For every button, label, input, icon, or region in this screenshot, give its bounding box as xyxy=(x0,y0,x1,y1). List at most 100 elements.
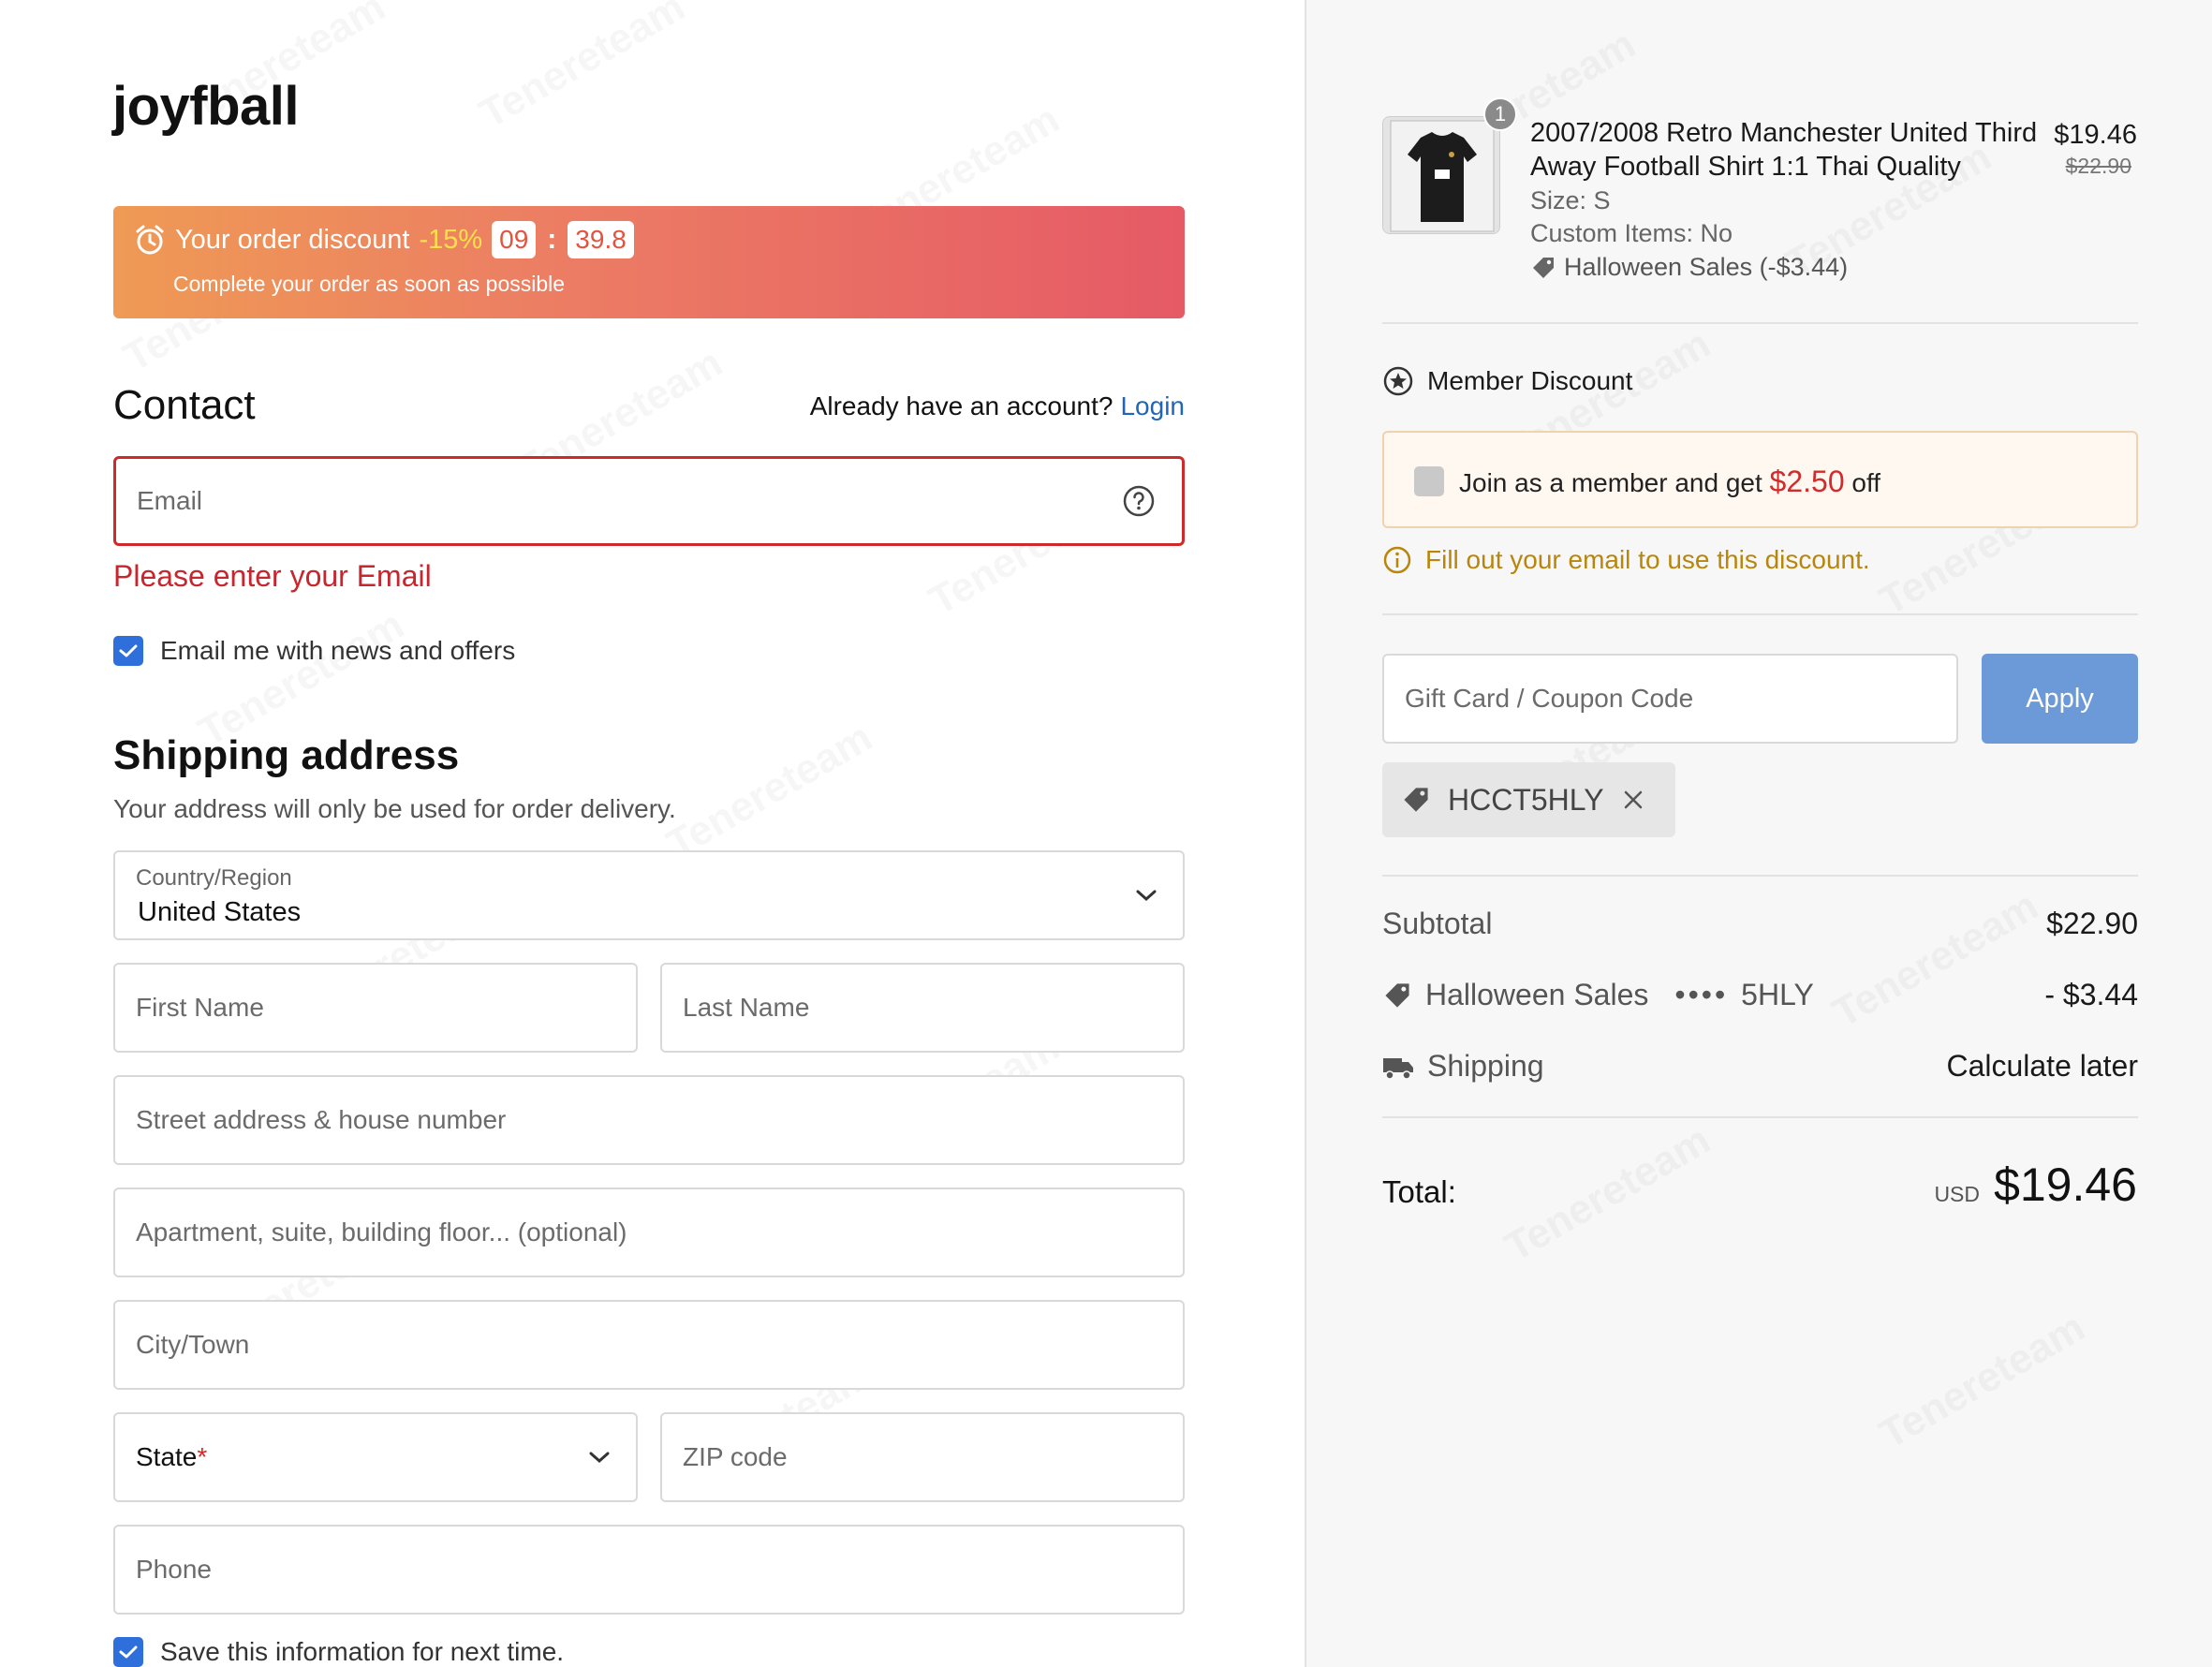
product-original-price: $22.90 xyxy=(2065,154,2131,178)
discount-timer-banner: Your order discount -15% 09 : 39.8 Compl… xyxy=(113,206,1185,318)
discount-label: Your order discount xyxy=(175,224,410,255)
product-size: Size: S xyxy=(1530,186,1611,214)
apply-button[interactable]: Apply xyxy=(1982,654,2138,744)
first-name-field[interactable]: First Name xyxy=(113,963,638,1053)
quantity-badge: 1 xyxy=(1483,97,1517,131)
member-note: Fill out your email to use this discount… xyxy=(1382,545,1870,575)
email-field[interactable]: Email xyxy=(113,456,1185,546)
discount-label-group: Halloween Sales •••• 5HLY xyxy=(1382,978,1814,1012)
member-offer-prefix: Join as a member and get xyxy=(1459,468,1762,497)
store-logo[interactable]: joyfball xyxy=(112,75,300,138)
save-info-checkbox[interactable] xyxy=(113,1637,143,1667)
news-label: Email me with news and offers xyxy=(160,636,516,665)
product-promo: Halloween Sales (-$3.44) xyxy=(1530,253,1848,282)
save-info-opt-in[interactable]: Save this information for next time. xyxy=(113,1637,564,1667)
member-note-text: Fill out your email to use this discount… xyxy=(1425,545,1870,574)
alarm-clock-icon xyxy=(136,225,164,255)
subtotal-label: Subtotal xyxy=(1382,907,1493,940)
total-value: $19.46 xyxy=(1994,1158,2137,1211)
help-question-icon[interactable] xyxy=(1122,484,1156,518)
gift-card-input[interactable]: Gift Card / Coupon Code xyxy=(1382,654,1958,744)
timer-separator: : xyxy=(547,224,557,255)
discount-code-dots: •••• xyxy=(1674,978,1729,1011)
member-offer-amount: $2.50 xyxy=(1769,465,1845,498)
shipping-label: Shipping xyxy=(1427,1049,1544,1083)
subtotal-value: $22.90 xyxy=(2046,907,2138,940)
apartment-field[interactable]: Apartment, suite, building floor... (opt… xyxy=(113,1188,1185,1277)
apartment-placeholder: Apartment, suite, building floor... (opt… xyxy=(136,1217,627,1247)
discount-subtext: Complete your order as soon as possible xyxy=(173,272,566,296)
timer-minutes: 09 xyxy=(492,221,537,258)
tag-icon xyxy=(1533,257,1554,278)
account-prompt: Already have an account? Login xyxy=(810,391,1185,421)
member-discount-title: Member Discount xyxy=(1427,366,1633,395)
product-promo-label: Halloween Sales (-$3.44) xyxy=(1564,253,1849,281)
chevron-down-icon xyxy=(1136,890,1157,902)
country-select[interactable]: Country/Region United States xyxy=(113,850,1185,940)
state-label: State* xyxy=(136,1442,207,1472)
applied-coupon-chip: HCCT5HLY xyxy=(1382,762,1675,837)
tag-icon xyxy=(1404,788,1428,812)
subtotal-row: Subtotal $22.90 xyxy=(1382,907,2138,941)
zip-placeholder: ZIP code xyxy=(683,1442,788,1471)
member-offer-suffix: off xyxy=(1851,468,1881,497)
country-label: Country/Region xyxy=(136,865,292,891)
shipping-label-group: Shipping xyxy=(1382,1049,1544,1084)
chevron-down-icon xyxy=(589,1452,610,1464)
product-name: 2007/2008 Retro Manchester United Third … xyxy=(1530,118,2038,182)
timer-seconds: 39.8 xyxy=(568,221,634,258)
member-discount-heading: Member Discount xyxy=(1382,365,1632,397)
shipping-subtitle: Your address will only be used for order… xyxy=(113,794,676,823)
required-asterisk: * xyxy=(197,1442,208,1471)
city-field[interactable]: City/Town xyxy=(113,1300,1185,1390)
divider xyxy=(1382,613,2138,615)
product-thumbnail xyxy=(1382,116,1500,234)
state-select[interactable]: State* xyxy=(113,1412,638,1502)
product-price: $19.46 xyxy=(2054,120,2137,150)
phone-field[interactable]: Phone xyxy=(113,1525,1185,1615)
tag-icon xyxy=(1385,982,1409,1008)
total-currency: USD xyxy=(1934,1182,1980,1206)
divider xyxy=(1382,1116,2138,1118)
total-label: Total: xyxy=(1382,1174,1456,1209)
product-custom-items: Custom Items: No xyxy=(1530,219,1733,247)
login-link[interactable]: Login xyxy=(1120,391,1185,420)
member-join-checkbox[interactable] xyxy=(1414,466,1444,496)
account-prompt-text: Already have an account? xyxy=(809,391,1113,420)
city-placeholder: City/Town xyxy=(136,1330,250,1359)
checkout-form-panel: Tenereteam Tenereteam Tenereteam Teneret… xyxy=(0,0,1305,1667)
checkmark-icon xyxy=(119,1645,138,1659)
discount-row: Halloween Sales •••• 5HLY - $3.44 xyxy=(1382,978,2138,1012)
street-placeholder: Street address & house number xyxy=(136,1105,507,1134)
street-address-field[interactable]: Street address & house number xyxy=(113,1075,1185,1165)
first-name-placeholder: First Name xyxy=(136,993,264,1022)
discount-name: Halloween Sales xyxy=(1425,978,1649,1011)
last-name-placeholder: Last Name xyxy=(683,993,810,1022)
email-error-message: Please enter your Email xyxy=(113,559,432,593)
member-badge-icon xyxy=(1383,366,1413,396)
last-name-field[interactable]: Last Name xyxy=(660,963,1185,1053)
email-placeholder: Email xyxy=(137,486,203,515)
member-offer-box[interactable]: Join as a member and get $2.50 off xyxy=(1382,431,2138,528)
news-checkbox[interactable] xyxy=(113,636,143,666)
close-icon[interactable] xyxy=(1621,788,1645,812)
zip-code-field[interactable]: ZIP code xyxy=(660,1412,1185,1502)
phone-placeholder: Phone xyxy=(136,1555,212,1584)
discount-value: - $3.44 xyxy=(2044,978,2138,1011)
divider xyxy=(1382,875,2138,877)
info-icon xyxy=(1383,546,1411,574)
checkmark-icon xyxy=(119,644,138,657)
jersey-image xyxy=(1383,117,1499,233)
shipping-heading: Shipping address xyxy=(113,732,460,778)
coupon-code: HCCT5HLY xyxy=(1448,782,1604,817)
shipping-row: Shipping Calculate later xyxy=(1382,1049,2138,1084)
contact-heading: Contact xyxy=(113,382,256,428)
discount-code-suffix: 5HLY xyxy=(1741,978,1814,1011)
truck-icon xyxy=(1383,1057,1413,1080)
discount-percent: -15% xyxy=(419,224,483,255)
news-opt-in[interactable]: Email me with news and offers xyxy=(113,636,515,666)
member-offer-text: Join as a member and get $2.50 off xyxy=(1459,465,1880,499)
save-info-label: Save this information for next time. xyxy=(160,1637,565,1666)
divider xyxy=(1382,322,2138,324)
state-label-text: State xyxy=(136,1442,198,1471)
